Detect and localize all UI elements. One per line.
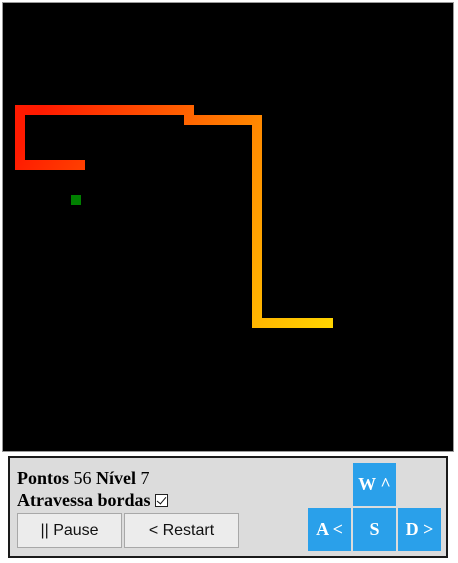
snake [15, 105, 333, 328]
restart-button[interactable]: < Restart [124, 513, 239, 548]
down-key-button[interactable]: S [353, 508, 396, 551]
score-value: 56 [73, 468, 92, 488]
control-panel: Pontos 56 Nível 7 Atravessa bordas || Pa… [8, 456, 448, 558]
up-key-button[interactable]: W ^ [353, 463, 396, 506]
wrap-checkbox[interactable] [154, 494, 168, 507]
game-canvas [15, 105, 333, 328]
wrap-label: Atravessa bordas [17, 490, 151, 510]
right-key-button[interactable]: D > [398, 508, 441, 551]
score-label: Pontos [17, 468, 70, 488]
level-value: 7 [140, 468, 150, 488]
level-label: Nível [96, 468, 137, 488]
left-key-button[interactable]: A < [308, 508, 351, 551]
score-level-line: Pontos 56 Nível 7 [17, 468, 150, 489]
wrap-option: Atravessa bordas [17, 490, 168, 511]
pause-button[interactable]: || Pause [17, 513, 122, 548]
food [71, 195, 81, 205]
game-board[interactable] [2, 2, 454, 452]
